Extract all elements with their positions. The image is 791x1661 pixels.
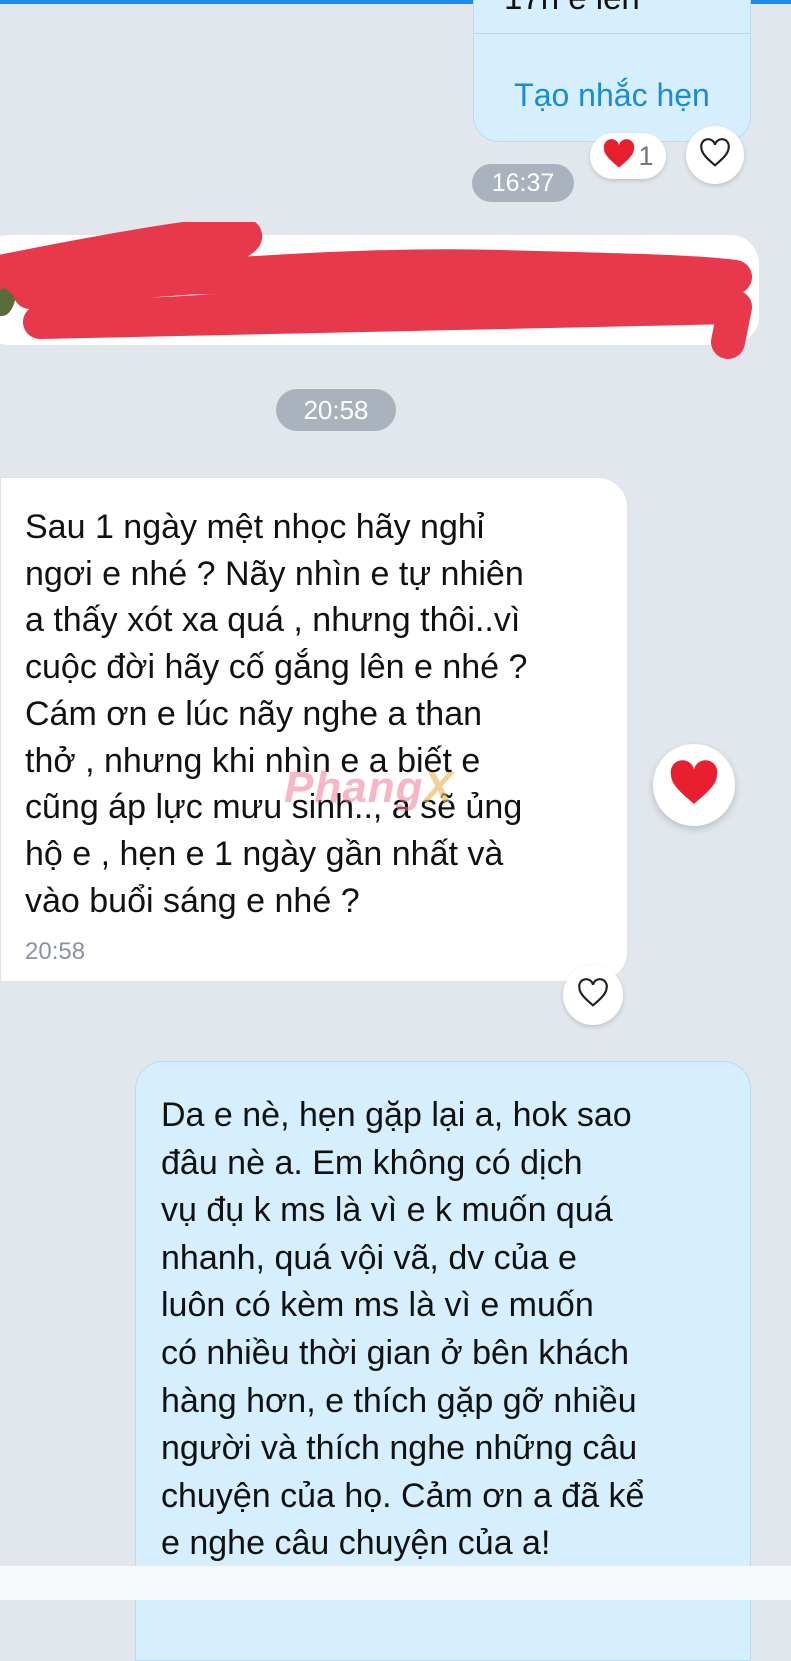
message-text: Sau 1 ngày mệt nhọc hãy nghỉ ngơi e nhé … <box>25 504 615 924</box>
message-line: Cám ơn e lúc nãy nghe a than <box>25 694 483 733</box>
message-line: hộ e , hẹn e 1 ngày gần nhất và <box>25 834 504 873</box>
heart-icon <box>668 759 720 811</box>
redaction-scribble <box>0 222 752 359</box>
message-text-clipped: 17h e lên <box>504 0 640 14</box>
reaction-summary[interactable]: 1 <box>590 133 666 179</box>
heart-icon <box>602 138 636 174</box>
message-line: người và thích nghe những câu <box>161 1429 638 1468</box>
message-time: 16:37 <box>472 164 574 202</box>
message-line: chuyện của họ. Cảm ơn a đã kể <box>161 1476 645 1515</box>
message-line: cuộc đời hãy cố gắng lên e nhé ? <box>25 648 528 687</box>
incoming-message-bubble[interactable]: Sau 1 ngày mệt nhọc hãy nghỉ ngơi e nhé … <box>0 477 628 982</box>
react-button[interactable] <box>686 126 744 184</box>
message-line: Da e nè, hẹn gặp lại a, hok sao <box>161 1096 632 1134</box>
heart-outline-icon <box>698 137 732 173</box>
watermark: PhangX <box>284 763 454 812</box>
message-line: đâu nè a. Em không có dịch <box>161 1143 583 1182</box>
message-line: nhanh, quá vội vã, dv của e <box>161 1238 577 1277</box>
bottom-bar <box>0 1566 791 1600</box>
bubble-divider <box>474 33 750 34</box>
heart-reaction-button[interactable] <box>653 744 735 826</box>
message-line: có nhiều thời gian ở bên khách <box>161 1333 630 1372</box>
message-line: luôn có kèm ms là vì e muốn <box>161 1286 594 1325</box>
message-time: 20:58 <box>25 938 86 965</box>
heart-outline-icon <box>576 977 610 1013</box>
message-line: vụ đụ k ms là vì e k muốn quá <box>161 1191 613 1230</box>
message-line: a thấy xót xa quá , nhưng thôi..vì <box>25 601 521 640</box>
message-line: Sau 1 ngày mệt nhọc hãy nghỉ <box>25 508 485 546</box>
create-reminder-link[interactable]: Tạo nhắc hẹn <box>474 77 750 114</box>
outgoing-message-bubble-clipped[interactable]: 17h e lên Tạo nhắc hẹn <box>473 0 751 142</box>
message-line: hàng hơn, e thích gặp gỡ nhiều <box>161 1381 637 1420</box>
message-line: vào buổi sáng e nhé ? <box>25 881 360 920</box>
date-time-separator: 20:58 <box>276 389 396 431</box>
message-line: ngơi e nhé ? Nãy nhìn e tự nhiên <box>25 554 524 593</box>
reaction-count: 1 <box>638 140 654 171</box>
message-text: Da e nè, hẹn gặp lại a, hok sao đâu nè a… <box>161 1092 726 1568</box>
message-line: e nghe câu chuyện của a! <box>161 1524 551 1563</box>
react-button[interactable] <box>563 965 623 1025</box>
